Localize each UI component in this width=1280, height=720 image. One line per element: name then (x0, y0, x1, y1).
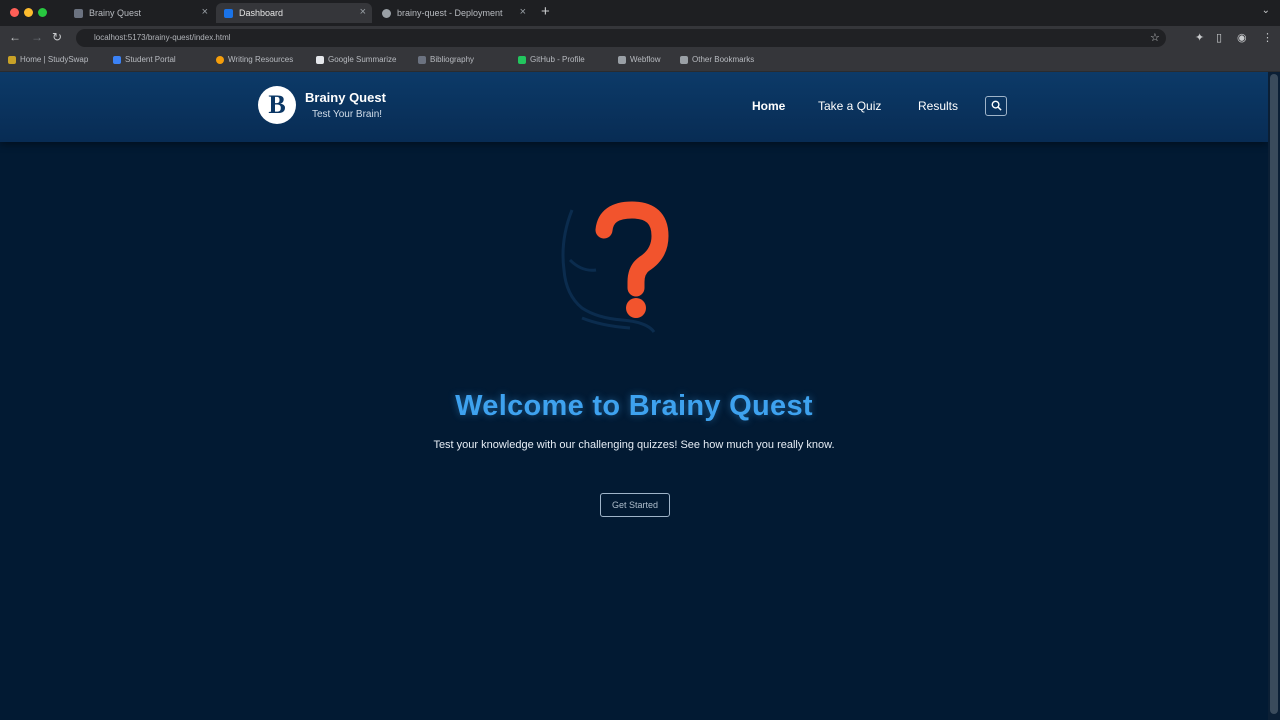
brand-logo[interactable]: B (258, 86, 296, 124)
forward-arrow-icon[interactable]: → (31, 30, 43, 44)
brand-title: Brainy Quest (305, 90, 386, 105)
reload-icon[interactable]: ↻ (52, 30, 62, 44)
site-header: B Brainy Quest Test Your Brain! Home Tak… (0, 72, 1268, 142)
bookmark-item[interactable]: Google Summarize (316, 55, 396, 64)
bookmark-item[interactable]: Writing Resources (216, 55, 293, 64)
tab-title: Brainy Quest (89, 8, 142, 18)
bookmark-item[interactable]: Home | StudySwap (8, 55, 88, 64)
profile-icon[interactable]: ◉ (1237, 31, 1247, 44)
tab-favicon-icon (224, 8, 233, 18)
address-bar[interactable]: localhost:5173/brainy-quest/index.html (76, 29, 1166, 47)
tab-close-icon[interactable]: × (360, 6, 366, 18)
search-button[interactable] (985, 96, 1007, 116)
search-icon (991, 100, 1002, 111)
bookmark-folder-icon (680, 55, 688, 64)
browser-tab-bar: Brainy Quest × Dashboard × brainy-quest … (0, 0, 1280, 26)
new-tab-button[interactable]: + (541, 3, 550, 20)
extensions-puzzle-icon[interactable]: ✦ (1195, 31, 1204, 44)
hero-title: Welcome to Brainy Quest (455, 390, 813, 422)
bookmark-folder-icon (618, 55, 626, 64)
tab-favicon-icon (74, 8, 83, 18)
bookmark-favicon-icon (8, 55, 16, 64)
nav-home-link[interactable]: Home (752, 99, 785, 113)
hero-subtitle: Test your knowledge with our challenging… (433, 439, 835, 451)
bookmark-item[interactable]: Other Bookmarks (680, 55, 754, 64)
nav-take-quiz-link[interactable]: Take a Quiz (818, 99, 881, 113)
sidepanel-icon[interactable]: ▯ (1216, 31, 1222, 44)
tab-favicon-icon (382, 8, 391, 18)
get-started-button[interactable]: Get Started (600, 493, 670, 517)
window-minimize-dot[interactable] (24, 8, 33, 17)
tab-title: brainy-quest - Deployment (397, 8, 503, 18)
bookmark-item[interactable]: Bibliography (418, 55, 474, 64)
bookmark-favicon-icon (418, 55, 426, 64)
bookmarks-bar: Home | StudySwap Student Portal Writing … (0, 50, 1280, 72)
tab-search-chevron-icon[interactable]: ⌄ (1262, 5, 1270, 16)
bookmark-star-icon[interactable]: ☆ (1150, 31, 1160, 44)
bookmark-favicon-icon (518, 55, 526, 64)
tab-close-icon[interactable]: × (202, 6, 208, 18)
bookmark-item[interactable]: GitHub - Profile (518, 55, 585, 64)
bookmark-favicon-icon (316, 55, 324, 64)
window-close-dot[interactable] (10, 8, 19, 17)
tab-close-icon[interactable]: × (520, 6, 526, 18)
address-text: localhost:5173/brainy-quest/index.html (94, 33, 231, 42)
question-mark-icon (561, 201, 669, 333)
brand-tagline: Test Your Brain! (312, 109, 383, 120)
browser-tab[interactable]: brainy-quest - Deployment × (374, 3, 532, 23)
browser-menu-icon[interactable]: ⋮ (1262, 31, 1273, 44)
bookmark-favicon-icon (113, 55, 121, 64)
page-scrollbar-thumb[interactable] (1270, 74, 1278, 714)
tab-title: Dashboard (239, 8, 284, 18)
page-viewport: B Brainy Quest Test Your Brain! Home Tak… (0, 72, 1268, 720)
bookmark-item[interactable]: Webflow (618, 55, 661, 64)
browser-tab-active[interactable]: Dashboard × (216, 3, 372, 23)
back-arrow-icon[interactable]: ← (9, 30, 21, 44)
browser-toolbar: ← → ↻ localhost:5173/brainy-quest/index.… (0, 26, 1280, 50)
browser-tab[interactable]: Brainy Quest × (66, 3, 214, 23)
window-maximize-dot[interactable] (38, 8, 47, 17)
nav-results-link[interactable]: Results (918, 99, 958, 113)
bookmark-favicon-icon (216, 55, 224, 64)
bookmark-item[interactable]: Student Portal (113, 55, 176, 64)
